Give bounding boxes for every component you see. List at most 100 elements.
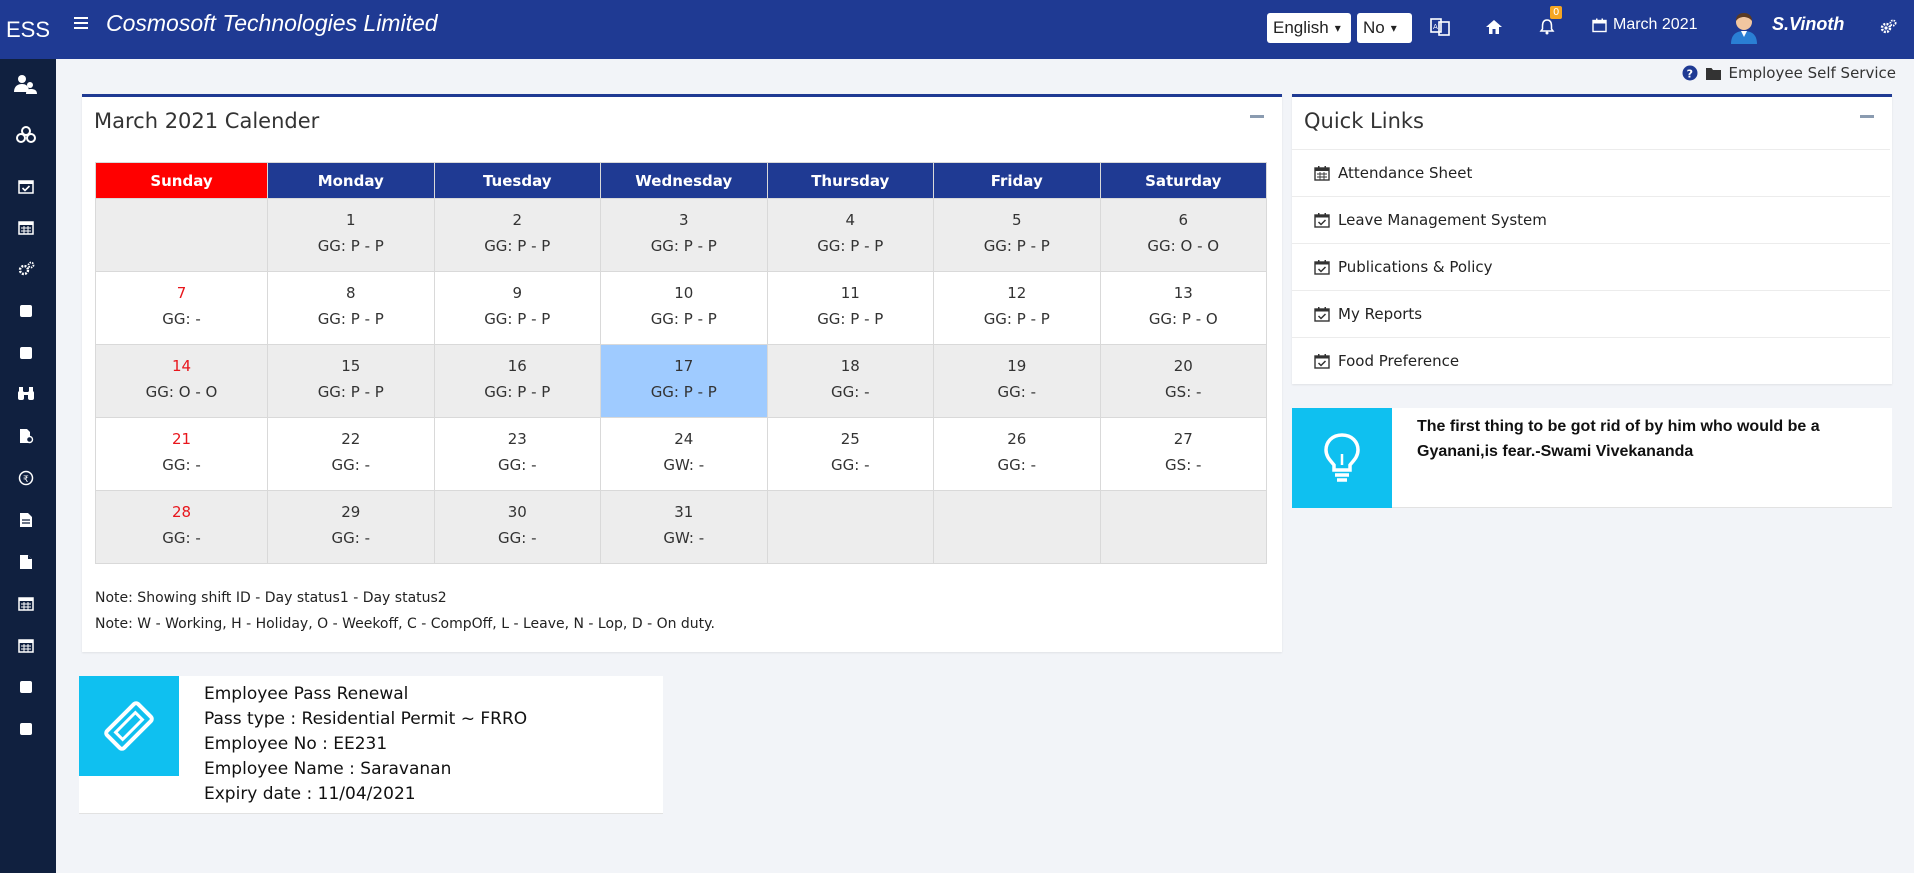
calendar-week-row: 7 GG: - 8 GG: P - P 9 GG: P - P 10 GG: P - P… [95, 271, 1267, 345]
day-status: GG: - [997, 456, 1036, 474]
sidebar-calendar-icon[interactable] [12, 213, 40, 241]
app-brand[interactable]: ESS [0, 0, 56, 59]
quick-link-leave-management[interactable]: Leave Management System [1292, 196, 1890, 243]
menu-toggle-icon[interactable] [72, 14, 92, 34]
quick-link-attendance[interactable]: Attendance Sheet [1292, 149, 1890, 196]
calendar-day-cell[interactable]: 8 GG: P - P [267, 271, 435, 345]
day-number: 21 [171, 430, 192, 448]
sidebar-calendar-icon[interactable] [12, 589, 40, 617]
calendar-day-cell[interactable]: 13 GG: P - O [1099, 271, 1267, 345]
calendar-day-cell [766, 490, 934, 564]
day-status: GG: - [331, 529, 370, 547]
calendar-day-cell[interactable]: 15 GG: P - P [267, 344, 435, 418]
user-name[interactable]: S.Vinoth [1772, 14, 1844, 35]
sidebar-calendar-icon[interactable] [12, 631, 40, 659]
translate-icon[interactable]: A [1428, 15, 1452, 39]
calendar-day-cell[interactable]: 18 GG: - [766, 344, 934, 418]
calendar-day-cell[interactable]: 20 GS: - [1099, 344, 1267, 418]
calendar-day-cell[interactable]: 31 GW: - [600, 490, 768, 564]
sidebar-users-icon[interactable] [12, 70, 40, 98]
calendar-day-cell[interactable]: 10 GG: P - P [600, 271, 768, 345]
home-icon[interactable] [1482, 15, 1506, 39]
calendar-day-cell[interactable]: 25 GG: - [766, 417, 934, 491]
calendar-day-cell[interactable]: 7 GG: - [95, 271, 268, 345]
sidebar-rupee-icon[interactable]: ₹ [12, 464, 40, 492]
sidebar-square-icon[interactable] [12, 297, 40, 325]
calendar-day-cell[interactable]: 3 GG: P - P [600, 198, 768, 272]
calendar-day-cell [933, 490, 1101, 564]
pass-details: Employee Pass Renewal Pass type : Reside… [204, 682, 527, 807]
day-status: GG: P - P [317, 237, 384, 255]
sidebar-document-icon[interactable] [12, 506, 40, 534]
calendar-check-icon [1314, 307, 1330, 322]
calendar-day-cell[interactable]: 2 GG: P - P [433, 198, 601, 272]
header-date[interactable]: March 2021 [1592, 16, 1698, 34]
day-number: 10 [674, 284, 694, 302]
calendar-day-cell[interactable]: 5 GG: P - P [933, 198, 1101, 272]
sidebar-binoculars-icon[interactable] [12, 380, 40, 408]
calendar-day-cell[interactable]: 22 GG: - [267, 417, 435, 491]
calendar-day-cell[interactable]: 29 GG: - [267, 490, 435, 564]
calendar-icon [1314, 166, 1330, 181]
quick-link-label: Food Preference [1338, 352, 1460, 370]
calendar-week-row: 28 GG: - 29 GG: - 30 GG: - 31 GW: - [95, 490, 1267, 564]
sidebar-file-icon[interactable] [12, 548, 40, 576]
avatar[interactable] [1728, 10, 1760, 44]
sidebar-settings-icon[interactable] [12, 255, 40, 283]
calendar-day-cell[interactable]: 23 GG: - [433, 417, 601, 491]
day-number: 27 [1173, 430, 1193, 448]
option-select[interactable]: No ▾ [1357, 13, 1412, 43]
quick-link-my-reports[interactable]: My Reports [1292, 290, 1890, 337]
day-status: GG: - [831, 456, 870, 474]
breadcrumb-label[interactable]: Employee Self Service [1729, 64, 1896, 82]
sidebar-square-icon[interactable] [12, 673, 40, 701]
calendar-day-cell[interactable]: 9 GG: P - P [433, 271, 601, 345]
calendar-day-cell[interactable]: 27 GS: - [1099, 417, 1267, 491]
calendar-day-cell[interactable]: 30 GG: - [433, 490, 601, 564]
calendar-day-cell-today[interactable]: 17 GG: P - P [600, 344, 768, 418]
day-number: 18 [840, 357, 860, 375]
sidebar-square-icon[interactable] [12, 715, 40, 743]
sidebar-modules-icon[interactable] [12, 121, 40, 149]
calendar-day-cell[interactable]: 16 GG: P - P [433, 344, 601, 418]
calendar-day-cell[interactable]: 1 GG: P - P [267, 198, 435, 272]
calendar-day-cell[interactable]: 4 GG: P - P [766, 198, 934, 272]
svg-text:₹: ₹ [23, 475, 29, 485]
day-status: GG: P - P [817, 310, 884, 328]
calendar-check-icon [1314, 354, 1330, 369]
day-number: 22 [341, 430, 361, 448]
folder-icon [1705, 67, 1721, 80]
quick-link-label: Attendance Sheet [1338, 164, 1473, 182]
calendar-day-cell[interactable]: 26 GG: - [933, 417, 1101, 491]
collapse-icon[interactable] [1250, 115, 1264, 118]
settings-gear-icon[interactable] [1876, 15, 1900, 39]
day-number: 14 [171, 357, 192, 375]
calendar-day-cell[interactable]: 11 GG: P - P [766, 271, 934, 345]
day-number: 13 [1173, 284, 1193, 302]
sidebar-file-settings-icon[interactable] [12, 422, 40, 450]
collapse-icon[interactable] [1860, 115, 1874, 118]
svg-text:A: A [1433, 23, 1438, 31]
language-select[interactable]: English ▾ [1267, 13, 1351, 43]
sidebar-calendar-check-icon[interactable] [12, 172, 40, 200]
calendar-day-cell[interactable]: 12 GG: P - P [933, 271, 1101, 345]
quick-link-publications[interactable]: Publications & Policy [1292, 243, 1890, 290]
calendar-day-cell[interactable]: 24 GW: - [600, 417, 768, 491]
quick-link-food-preference[interactable]: Food Preference [1292, 337, 1890, 384]
day-number: 20 [1173, 357, 1193, 375]
calendar-day-cell[interactable]: 19 GG: - [933, 344, 1101, 418]
calendar-day-cell[interactable]: 6 GG: O - O [1099, 198, 1267, 272]
day-status: GW: - [663, 456, 705, 474]
calendar-check-icon [1314, 260, 1330, 275]
calendar-day-cell[interactable]: 14 GG: O - O [95, 344, 268, 418]
calendar-day-cell[interactable]: 21 GG: - [95, 417, 268, 491]
day-number: 7 [176, 284, 187, 302]
day-number: 12 [1007, 284, 1027, 302]
help-icon[interactable]: ? [1682, 65, 1698, 81]
calendar-day-cell[interactable]: 28 GG: - [95, 490, 268, 564]
calendar-day-cell[interactable] [95, 198, 268, 272]
calendar-week-row: 1 GG: P - P 2 GG: P - P 3 GG: P - P 4 GG: P … [95, 198, 1267, 272]
sidebar-square-icon[interactable] [12, 339, 40, 367]
calendar-note: Note: Showing shift ID - Day status1 - D… [95, 590, 447, 606]
calendar-header-cell: Friday [933, 162, 1101, 199]
